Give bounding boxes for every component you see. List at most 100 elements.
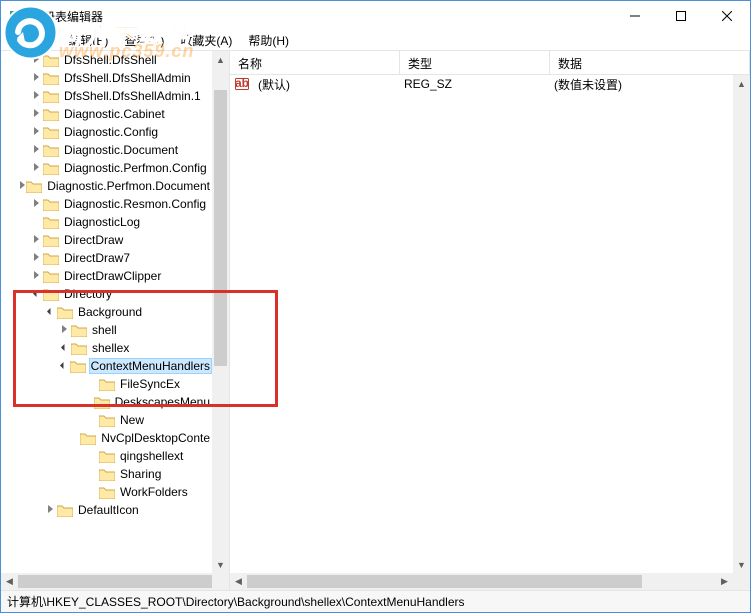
cell-type: REG_SZ [400, 77, 550, 91]
titlebar[interactable]: 注册表编辑器 [1, 1, 750, 31]
tree-node[interactable]: Diagnostic.Resmon.Config [1, 195, 212, 213]
chevron-right-icon[interactable] [57, 325, 71, 336]
tree-node[interactable]: shell [1, 321, 212, 339]
scroll-left-icon[interactable]: ◀ [230, 573, 247, 590]
chevron-right-icon[interactable] [29, 235, 43, 246]
folder-icon [94, 396, 110, 409]
tree-node-label: FileSyncEx [118, 377, 182, 391]
folder-icon [80, 432, 96, 445]
tree-node[interactable]: qingshellext [1, 447, 212, 465]
chevron-down-icon[interactable] [58, 361, 69, 371]
chevron-right-icon[interactable] [29, 145, 43, 156]
folder-icon [71, 342, 87, 355]
folder-icon [43, 72, 59, 85]
menu-edit[interactable]: 编辑(E) [60, 30, 116, 51]
chevron-down-icon[interactable] [43, 307, 57, 317]
chevron-right-icon[interactable] [29, 163, 43, 174]
tree-node-label: Diagnostic.Perfmon.Document [45, 179, 212, 193]
tree-node-label: shell [90, 323, 119, 337]
tree-node[interactable]: DfsShell.DfsShellAdmin.1 [1, 87, 212, 105]
tree-node[interactable]: DirectDraw [1, 231, 212, 249]
scroll-up-icon[interactable]: ▲ [212, 51, 229, 68]
tree-node[interactable]: Diagnostic.Cabinet [1, 105, 212, 123]
tree-node[interactable]: DiagnosticLog [1, 213, 212, 231]
maximize-button[interactable] [658, 1, 704, 31]
list-horizontal-scrollbar[interactable]: ◀ ▶ [230, 573, 733, 590]
tree-node[interactable]: Directory [1, 285, 212, 303]
scroll-down-icon[interactable]: ▼ [212, 556, 229, 573]
tree-node-label: Diagnostic.Document [62, 143, 180, 157]
status-path: 计算机\HKEY_CLASSES_ROOT\Directory\Backgrou… [7, 593, 465, 610]
menu-favorites[interactable]: 收藏夹(A) [172, 30, 240, 51]
column-name[interactable]: 名称 [230, 51, 400, 74]
tree-node[interactable]: shellex [1, 339, 212, 357]
tree-node[interactable]: DfsShell.DfsShell [1, 51, 212, 69]
string-value-icon: ab [234, 76, 250, 92]
tree-vertical-scrollbar[interactable]: ▲ ▼ [212, 51, 229, 573]
menu-file[interactable]: 文件(F) [5, 30, 60, 51]
tree-horizontal-scrollbar[interactable]: ◀ ▶ [1, 573, 212, 590]
statusbar: 计算机\HKEY_CLASSES_ROOT\Directory\Backgrou… [1, 590, 750, 612]
tree-node[interactable]: Background [1, 303, 212, 321]
tree-node[interactable]: DefaultIcon [1, 501, 212, 519]
tree-node[interactable]: New [1, 411, 212, 429]
list-vertical-scrollbar[interactable]: ▲ ▼ [733, 75, 750, 573]
menu-help[interactable]: 帮助(H) [240, 30, 297, 51]
column-type[interactable]: 类型 [400, 51, 550, 74]
chevron-right-icon[interactable] [29, 199, 43, 210]
chevron-right-icon[interactable] [29, 109, 43, 120]
chevron-right-icon[interactable] [18, 181, 26, 192]
chevron-right-icon[interactable] [43, 505, 57, 516]
tree-node[interactable]: Sharing [1, 465, 212, 483]
tree-pane: DfsShell.DfsShell DfsShell.DfsShellAdmin D… [1, 51, 230, 590]
tree-node[interactable]: Diagnostic.Perfmon.Config [1, 159, 212, 177]
scroll-right-icon[interactable]: ▶ [716, 573, 733, 590]
folder-icon [99, 486, 115, 499]
scroll-left-icon[interactable]: ◀ [1, 573, 18, 590]
chevron-down-icon[interactable] [57, 343, 71, 353]
registry-tree[interactable]: DfsShell.DfsShell DfsShell.DfsShellAdmin D… [1, 51, 212, 573]
tree-node-label: Diagnostic.Cabinet [62, 107, 167, 121]
minimize-button[interactable] [612, 1, 658, 31]
folder-icon [43, 216, 59, 229]
scroll-up-icon[interactable]: ▲ [733, 75, 750, 92]
chevron-down-icon[interactable] [29, 289, 43, 299]
tree-node[interactable]: Diagnostic.Config [1, 123, 212, 141]
folder-icon [43, 198, 59, 211]
menu-view[interactable]: 查看(V) [116, 30, 172, 51]
folder-icon [43, 144, 59, 157]
tree-node[interactable]: FileSyncEx [1, 375, 212, 393]
chevron-right-icon[interactable] [29, 271, 43, 282]
list-pane: 名称 类型 数据 ab(默认)REG_SZ(数值未设置) ▲ ▼ ◀ ▶ [230, 51, 750, 590]
chevron-right-icon[interactable] [29, 253, 43, 264]
tree-node-label: DfsShell.DfsShellAdmin [62, 71, 193, 85]
tree-node[interactable]: DirectDraw7 [1, 249, 212, 267]
chevron-right-icon[interactable] [29, 91, 43, 102]
tree-node[interactable]: DfsShell.DfsShellAdmin [1, 69, 212, 87]
folder-icon [43, 234, 59, 247]
tree-node[interactable]: Diagnostic.Document [1, 141, 212, 159]
list-body[interactable]: ab(默认)REG_SZ(数值未设置) [230, 75, 733, 573]
tree-node[interactable]: WorkFolders [1, 483, 212, 501]
tree-node[interactable]: ContextMenuHandlers [1, 357, 212, 375]
chevron-right-icon[interactable] [29, 73, 43, 84]
scroll-down-icon[interactable]: ▼ [733, 556, 750, 573]
tree-node-label: DefaultIcon [76, 503, 141, 517]
tree-node-label: DirectDraw7 [62, 251, 132, 265]
list-header[interactable]: 名称 类型 数据 [230, 51, 750, 75]
column-data[interactable]: 数据 [550, 51, 750, 74]
chevron-right-icon[interactable] [29, 55, 43, 66]
tree-node-label: Directory [62, 287, 114, 301]
tree-node-label: ContextMenuHandlers [89, 358, 212, 374]
tree-node[interactable]: Diagnostic.Perfmon.Document [1, 177, 212, 195]
tree-node[interactable]: DirectDrawClipper [1, 267, 212, 285]
folder-icon [57, 504, 73, 517]
folder-icon [70, 360, 86, 373]
folder-icon [43, 126, 59, 139]
tree-node[interactable]: DeskscapesMenu [1, 393, 212, 411]
list-row[interactable]: ab(默认)REG_SZ(数值未设置) [230, 75, 733, 93]
tree-node[interactable]: NvCplDesktopConte [1, 429, 212, 447]
tree-node-label: DfsShell.DfsShellAdmin.1 [62, 89, 203, 103]
close-button[interactable] [704, 1, 750, 31]
chevron-right-icon[interactable] [29, 127, 43, 138]
